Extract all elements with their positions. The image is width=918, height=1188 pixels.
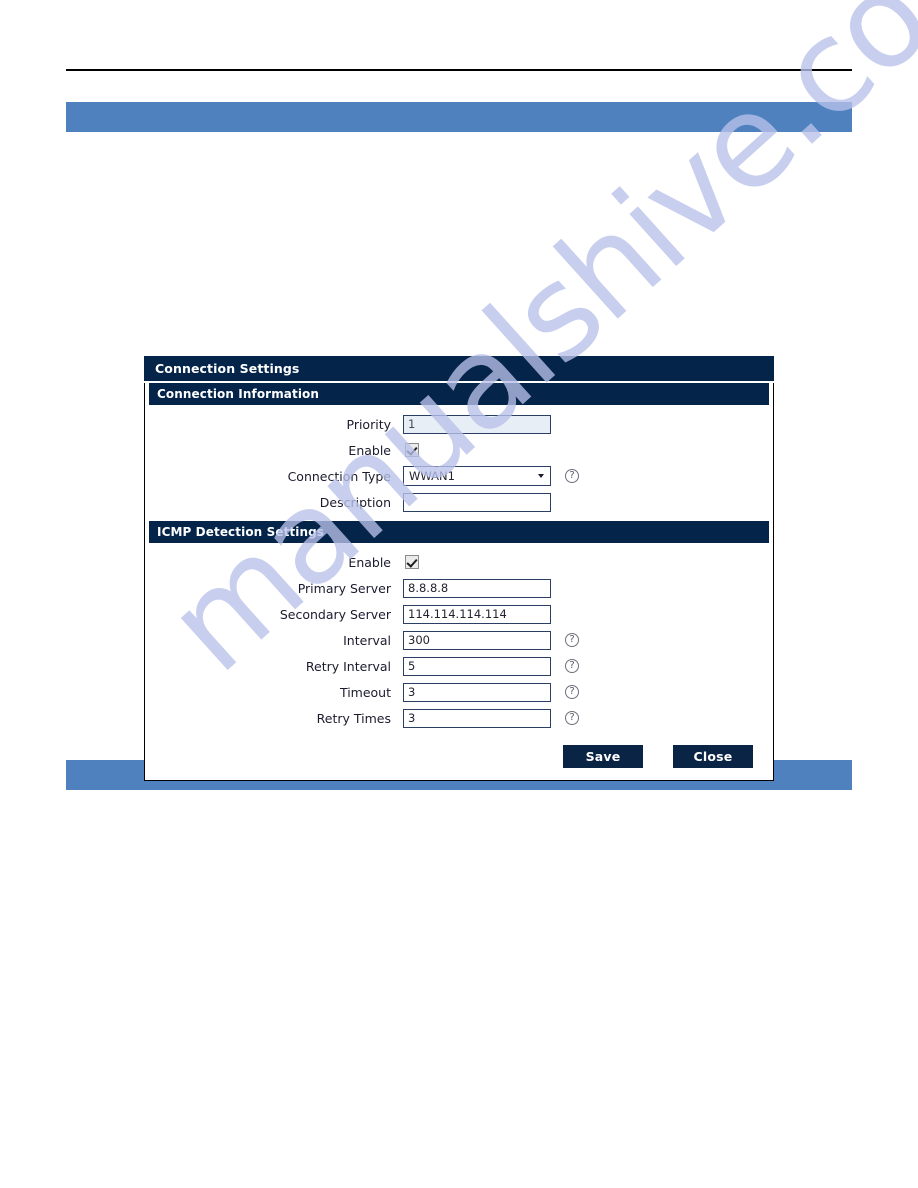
form-row-description: Description	[145, 489, 773, 515]
accent-bar-top	[66, 102, 852, 132]
icmp-enable-checkbox[interactable]	[405, 555, 419, 569]
help-icon-connection-type[interactable]: ?	[565, 469, 579, 483]
retry-times-input[interactable]	[403, 708, 551, 728]
enable-checkbox[interactable]	[405, 443, 419, 457]
label-description: Description	[319, 494, 391, 510]
timeout-input[interactable]	[403, 682, 551, 702]
form-rows-icmp-detection-settings: Enable Primary Server Secondary Server Inte…	[145, 543, 773, 735]
control-priority	[403, 414, 579, 434]
help-icon-spacer	[565, 581, 579, 595]
control-primary-server	[403, 578, 579, 598]
form-row-enable: Enable	[145, 437, 773, 463]
help-icon-spacer	[565, 607, 579, 621]
label-retry-interval: Retry Interval	[305, 658, 391, 674]
control-enable	[403, 443, 419, 457]
label-retry-times: Retry Times	[316, 710, 391, 726]
form-row-retry-times: Retry Times?	[145, 705, 773, 731]
control-retry-interval: ?	[403, 656, 579, 676]
form-row-connection-type: Connection Type WWAN1?	[145, 463, 773, 489]
page-top-rule	[66, 69, 852, 71]
help-icon-spacer	[565, 495, 579, 509]
form-rows-connection-information: Priority Enable Connection Type WWAN1? Descr…	[145, 405, 773, 519]
form-row-primary-server: Primary Server	[145, 575, 773, 601]
section-header-icmp-detection-settings: ICMP Detection Settings	[149, 521, 769, 543]
control-interval: ?	[403, 630, 579, 650]
label-secondary-server: Secondary Server	[279, 606, 391, 622]
label-icmp-enable: Enable	[348, 554, 391, 570]
control-retry-times: ?	[403, 708, 579, 728]
section-title: Connection Information	[157, 387, 320, 401]
label-primary-server: Primary Server	[297, 580, 391, 596]
label-interval: Interval	[343, 632, 391, 648]
dialog-button-row: Save Close	[145, 735, 773, 780]
section-title: ICMP Detection Settings	[157, 525, 325, 539]
connection-type-select[interactable]: WWAN1	[403, 466, 551, 486]
help-icon-spacer	[565, 417, 579, 431]
chevron-down-icon	[538, 474, 544, 478]
close-button[interactable]: Close	[673, 745, 753, 768]
form-row-interval: Interval?	[145, 627, 773, 653]
label-enable: Enable	[348, 442, 391, 458]
retry-interval-input[interactable]	[403, 656, 551, 676]
save-button[interactable]: Save	[563, 745, 643, 768]
secondary-server-input[interactable]	[403, 604, 551, 624]
help-icon-retry-times[interactable]: ?	[565, 711, 579, 725]
form-row-timeout: Timeout?	[145, 679, 773, 705]
interval-input[interactable]	[403, 630, 551, 650]
control-description	[403, 492, 579, 512]
control-secondary-server	[403, 604, 579, 624]
label-connection-type: Connection Type	[287, 468, 391, 484]
dialog-body: Connection Information Priority Enable Conn…	[144, 383, 774, 781]
description-input[interactable]	[403, 492, 551, 512]
label-timeout: Timeout	[339, 684, 391, 700]
help-icon-interval[interactable]: ?	[565, 633, 579, 647]
dialog-titlebar: Connection Settings	[144, 356, 774, 381]
form-row-secondary-server: Secondary Server	[145, 601, 773, 627]
help-icon-timeout[interactable]: ?	[565, 685, 579, 699]
form-row-priority: Priority	[145, 411, 773, 437]
form-row-icmp-enable: Enable	[145, 549, 773, 575]
priority-input[interactable]	[403, 414, 551, 434]
label-priority: Priority	[346, 416, 392, 432]
connection-type-selected-value: WWAN1	[409, 469, 455, 483]
primary-server-input[interactable]	[403, 578, 551, 598]
control-timeout: ?	[403, 682, 579, 702]
control-icmp-enable	[403, 555, 419, 569]
connection-settings-dialog: Connection Settings Connection Informati…	[144, 356, 774, 781]
help-icon-retry-interval[interactable]: ?	[565, 659, 579, 673]
section-header-connection-information: Connection Information	[149, 383, 769, 405]
control-connection-type: WWAN1?	[403, 466, 579, 486]
dialog-title: Connection Settings	[155, 361, 300, 376]
form-row-retry-interval: Retry Interval?	[145, 653, 773, 679]
